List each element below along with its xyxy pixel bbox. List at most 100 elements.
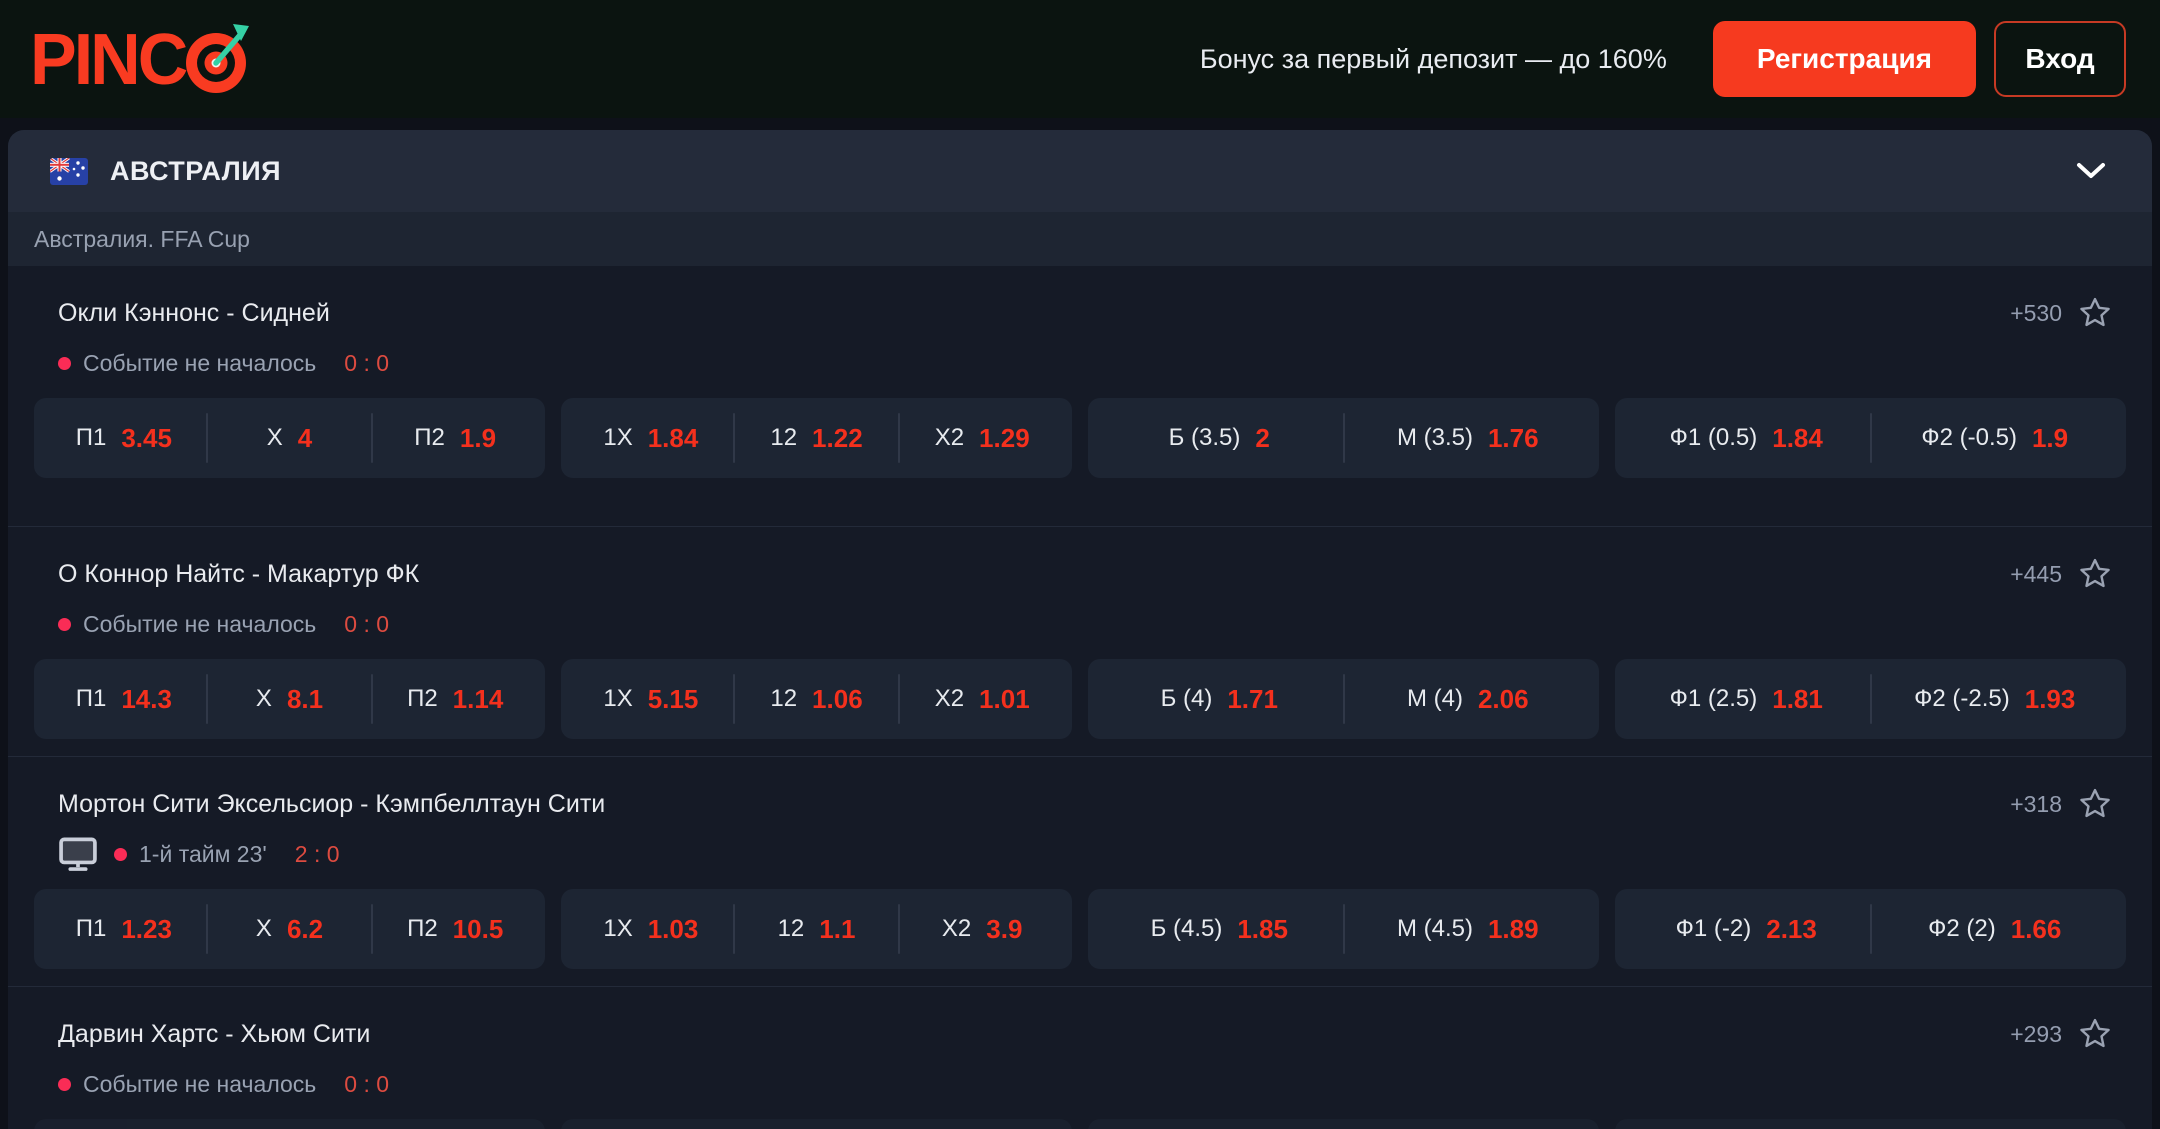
markets-count[interactable]: +318 — [2010, 791, 2062, 818]
odds-label: Ф1 (2.5) — [1669, 685, 1758, 712]
odds-group: Ф1 (-2) 2.13 Ф2 (2) 1.66 — [1615, 889, 2126, 969]
odds-cell[interactable]: М (3.5) 1.76 — [1345, 398, 1592, 478]
odds-row: П1 14.3 Х 8.1 П2 1.14 1Х 5.15 12 1.06 Х2 1.01 Б (4) 1… — [34, 659, 2126, 739]
star-icon[interactable] — [2078, 1017, 2112, 1051]
odds-cell[interactable]: undefined — [42, 1119, 206, 1129]
odds-cell[interactable]: П1 14.3 — [42, 659, 206, 739]
markets-count[interactable]: +293 — [2010, 1021, 2062, 1048]
odds-cell[interactable]: Ф1 (5)1.77 — [1623, 1119, 1870, 1129]
match-title[interactable]: Окли Кэннонс - Сидней — [58, 299, 330, 328]
match-row[interactable]: Дарвин Хартс - Хьюм Сити +293 Событие не… — [8, 986, 2152, 1129]
odds-label: 12 — [777, 915, 805, 942]
match-row[interactable]: Окли Кэннонс - Сидней +530 Событие не на… — [8, 296, 2152, 526]
odds-cell[interactable]: Х 8.1 — [208, 659, 372, 739]
odds-cell[interactable]: 12 1.06 — [735, 659, 899, 739]
pinco-logo[interactable]: PINC — [30, 18, 255, 101]
league-bar: Австралия. FFA Cup — [8, 212, 2152, 266]
odds-value: 10.5 — [452, 913, 504, 944]
match-title-row: Мортон Сити Эксельсиор - Кэмпбеллтаун Си… — [34, 787, 2126, 821]
star-icon[interactable] — [2078, 787, 2112, 821]
match-row[interactable]: О Коннор Найтс - Макартур ФК +445 Событи… — [8, 526, 2152, 756]
match-score: 0 : 0 — [344, 349, 390, 376]
odds-cell[interactable]: П21.92 — [373, 1119, 537, 1129]
odds-cell[interactable]: П2 1.14 — [373, 659, 537, 739]
match-list: Окли Кэннонс - Сидней +530 Событие не на… — [8, 296, 2152, 1129]
match-title-row: Дарвин Хартс - Хьюм Сити +293 — [34, 1017, 2126, 1051]
odds-group: П1 1.23 Х 6.2 П2 10.5 — [34, 889, 545, 969]
odds-cell[interactable]: undefined — [208, 1119, 372, 1129]
odds-cell[interactable]: Ф1 (0.5) 1.84 — [1623, 398, 1870, 478]
match-status: Событие не началось — [83, 1070, 317, 1097]
live-dot-icon — [58, 1077, 71, 1091]
odds-cell[interactable]: М (5.5)1.99 — [1345, 1119, 1592, 1129]
odds-label: 1Х — [603, 915, 633, 942]
odds-label: М (3.5) — [1396, 424, 1473, 451]
odds-group: Ф1 (2.5) 1.81 Ф2 (-2.5) 1.93 — [1615, 659, 2126, 739]
odds-group: 1Х 1.03 12 1.1 Х2 3.9 — [561, 889, 1072, 969]
match-row[interactable]: Мортон Сити Эксельсиор - Кэмпбеллтаун Си… — [8, 756, 2152, 986]
odds-cell[interactable]: П1 1.23 — [42, 889, 206, 969]
odds-cell[interactable]: Б (4.5) 1.85 — [1096, 889, 1343, 969]
odds-cell[interactable]: Ф1 (-2) 2.13 — [1623, 889, 1870, 969]
odds-cell[interactable]: Ф1 (2.5) 1.81 — [1623, 659, 1870, 739]
odds-cell[interactable]: П1 3.45 — [42, 398, 206, 478]
odds-value: 6.2 — [286, 913, 324, 944]
odds-label: П2 — [407, 915, 438, 942]
live-dot-icon — [114, 847, 127, 861]
odds-label: Б (3.5) — [1168, 424, 1241, 451]
odds-cell[interactable]: undefined — [900, 1119, 1064, 1129]
odds-cell[interactable]: Х2 1.29 — [900, 398, 1064, 478]
match-score: 0 : 0 — [344, 1070, 390, 1097]
odds-cell[interactable]: Б (5.5)1.73 — [1096, 1119, 1343, 1129]
odds-value: 1.76 — [1487, 422, 1539, 453]
match-title[interactable]: Мортон Сити Эксельсиор - Кэмпбеллтаун Си… — [58, 790, 605, 819]
odds-cell[interactable]: 12 1.22 — [735, 398, 899, 478]
odds-cell[interactable]: Х2 1.01 — [900, 659, 1064, 739]
odds-cell[interactable]: 121.91 — [735, 1119, 899, 1129]
odds-value: 1.71 — [1227, 683, 1278, 714]
match-title[interactable]: Дарвин Хартс - Хьюм Сити — [58, 1020, 370, 1049]
odds-cell[interactable]: Б (4) 1.71 — [1096, 659, 1343, 739]
odds-label: П2 — [407, 685, 438, 712]
odds-cell[interactable]: М (4) 2.06 — [1345, 659, 1592, 739]
odds-cell[interactable]: 1Х 1.03 — [569, 889, 733, 969]
live-dot-icon — [58, 617, 71, 631]
country-header[interactable]: АВСТРАЛИЯ — [8, 130, 2152, 212]
match-status-row: Событие не началось 0 : 0 — [34, 1069, 2126, 1099]
markets-count[interactable]: +530 — [2010, 300, 2062, 327]
odds-cell[interactable]: М (4.5) 1.89 — [1345, 889, 1592, 969]
odds-value: 5.15 — [647, 683, 699, 714]
odds-label: 12 — [770, 424, 798, 451]
odds-cell[interactable]: Ф2 (-2.5) 1.93 — [1872, 659, 2119, 739]
odds-value: 8.1 — [286, 683, 324, 714]
odds-cell[interactable]: Х 6.2 — [208, 889, 372, 969]
odds-cell[interactable]: 12 1.1 — [735, 889, 899, 969]
odds-group: Б (3.5) 2 М (3.5) 1.76 — [1088, 398, 1599, 478]
bullseye-arrow-icon — [183, 22, 255, 101]
match-score: 2 : 0 — [294, 840, 340, 867]
odds-cell[interactable]: Ф2 (-5)1.94 — [1872, 1119, 2119, 1129]
register-button[interactable]: Регистрация — [1712, 21, 1976, 97]
odds-group: П1 3.45 Х 4 П2 1.9 — [34, 398, 545, 478]
odds-value: 1.03 — [647, 913, 699, 944]
star-icon[interactable] — [2078, 296, 2112, 330]
odds-cell[interactable]: Х2 3.9 — [900, 889, 1064, 969]
match-status: Событие не началось — [83, 610, 317, 637]
match-title[interactable]: О Коннор Найтс - Макартур ФК — [58, 560, 419, 589]
login-button[interactable]: Вход — [1994, 21, 2126, 97]
odds-cell[interactable]: undefined — [569, 1119, 733, 1129]
odds-cell[interactable]: П2 10.5 — [373, 889, 537, 969]
markets-count[interactable]: +445 — [2010, 561, 2062, 588]
odds-cell[interactable]: Х4 — [208, 398, 372, 478]
odds-value: 14.3 — [121, 683, 172, 714]
star-icon[interactable] — [2078, 557, 2112, 591]
odds-group: Ф1 (0.5) 1.84 Ф2 (-0.5) 1.9 — [1615, 398, 2126, 478]
odds-cell[interactable]: Ф2 (-0.5) 1.9 — [1872, 398, 2119, 478]
odds-cell[interactable]: П2 1.9 — [373, 398, 537, 478]
odds-cell[interactable]: Б (3.5) 2 — [1096, 398, 1343, 478]
chevron-down-icon[interactable] — [2074, 161, 2108, 181]
odds-cell[interactable]: Ф2 (2) 1.66 — [1872, 889, 2119, 969]
odds-label: Ф1 (0.5) — [1669, 424, 1758, 451]
odds-cell[interactable]: 1Х 5.15 — [569, 659, 733, 739]
odds-cell[interactable]: 1Х 1.84 — [569, 398, 733, 478]
